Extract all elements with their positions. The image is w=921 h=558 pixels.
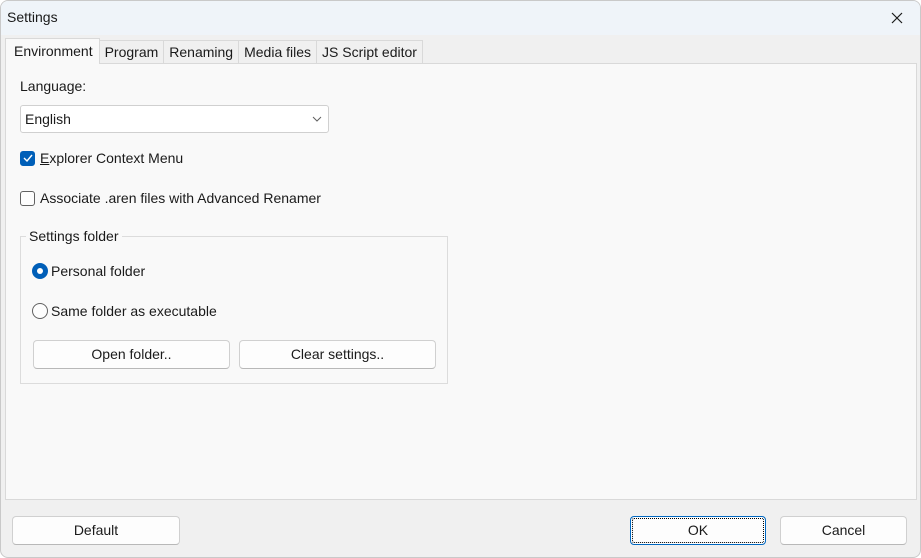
clear-settings-button[interactable]: Clear settings.. xyxy=(239,340,436,369)
title-bar: Settings xyxy=(1,1,920,35)
language-value: English xyxy=(25,111,71,127)
explorer-context-menu-checkbox[interactable] xyxy=(20,150,35,166)
same-folder-label: Same folder as executable xyxy=(51,303,217,319)
settings-folder-group: Settings folder Personal folder Same fol… xyxy=(20,228,448,384)
close-icon xyxy=(891,12,903,24)
close-button[interactable] xyxy=(874,1,920,35)
label-rest: xplorer Context Menu xyxy=(49,150,184,166)
same-folder-radio-row[interactable]: Same folder as executable xyxy=(32,303,217,319)
associate-aren-checkbox-row[interactable]: Associate .aren files with Advanced Rena… xyxy=(20,190,321,206)
language-select[interactable]: English xyxy=(20,105,329,133)
open-folder-button[interactable]: Open folder.. xyxy=(33,340,230,369)
explorer-context-menu-label: Explorer Context Menu xyxy=(40,150,183,166)
cancel-button[interactable]: Cancel xyxy=(780,516,907,545)
explorer-context-menu-checkbox-row[interactable]: Explorer Context Menu xyxy=(20,150,183,166)
settings-dialog: Settings Environment Program Renaming Me… xyxy=(0,0,921,558)
checkmark-icon xyxy=(23,154,33,162)
settings-folder-title: Settings folder xyxy=(26,228,122,244)
tab-js-script-editor[interactable]: JS Script editor xyxy=(317,40,423,64)
tab-environment[interactable]: Environment xyxy=(5,38,100,64)
associate-aren-checkbox[interactable] xyxy=(20,190,35,206)
personal-folder-radio[interactable] xyxy=(32,263,48,279)
personal-folder-label: Personal folder xyxy=(51,263,146,279)
same-folder-radio[interactable] xyxy=(32,303,48,319)
default-button[interactable]: Default xyxy=(12,516,180,545)
window-title: Settings xyxy=(7,9,58,25)
accelerator-letter: E xyxy=(40,150,50,166)
environment-panel: Language: English Explorer Context Menu … xyxy=(5,63,917,500)
tab-strip: Environment Program Renaming Media files… xyxy=(5,38,423,64)
language-label: Language: xyxy=(20,78,87,94)
associate-aren-label: Associate .aren files with Advanced Rena… xyxy=(40,190,321,206)
personal-folder-radio-row[interactable]: Personal folder xyxy=(32,263,145,279)
tab-media-files[interactable]: Media files xyxy=(239,40,318,64)
chevron-down-icon xyxy=(312,116,322,122)
tab-renaming[interactable]: Renaming xyxy=(164,40,240,64)
ok-button[interactable]: OK xyxy=(630,516,766,545)
tab-program[interactable]: Program xyxy=(99,40,165,64)
